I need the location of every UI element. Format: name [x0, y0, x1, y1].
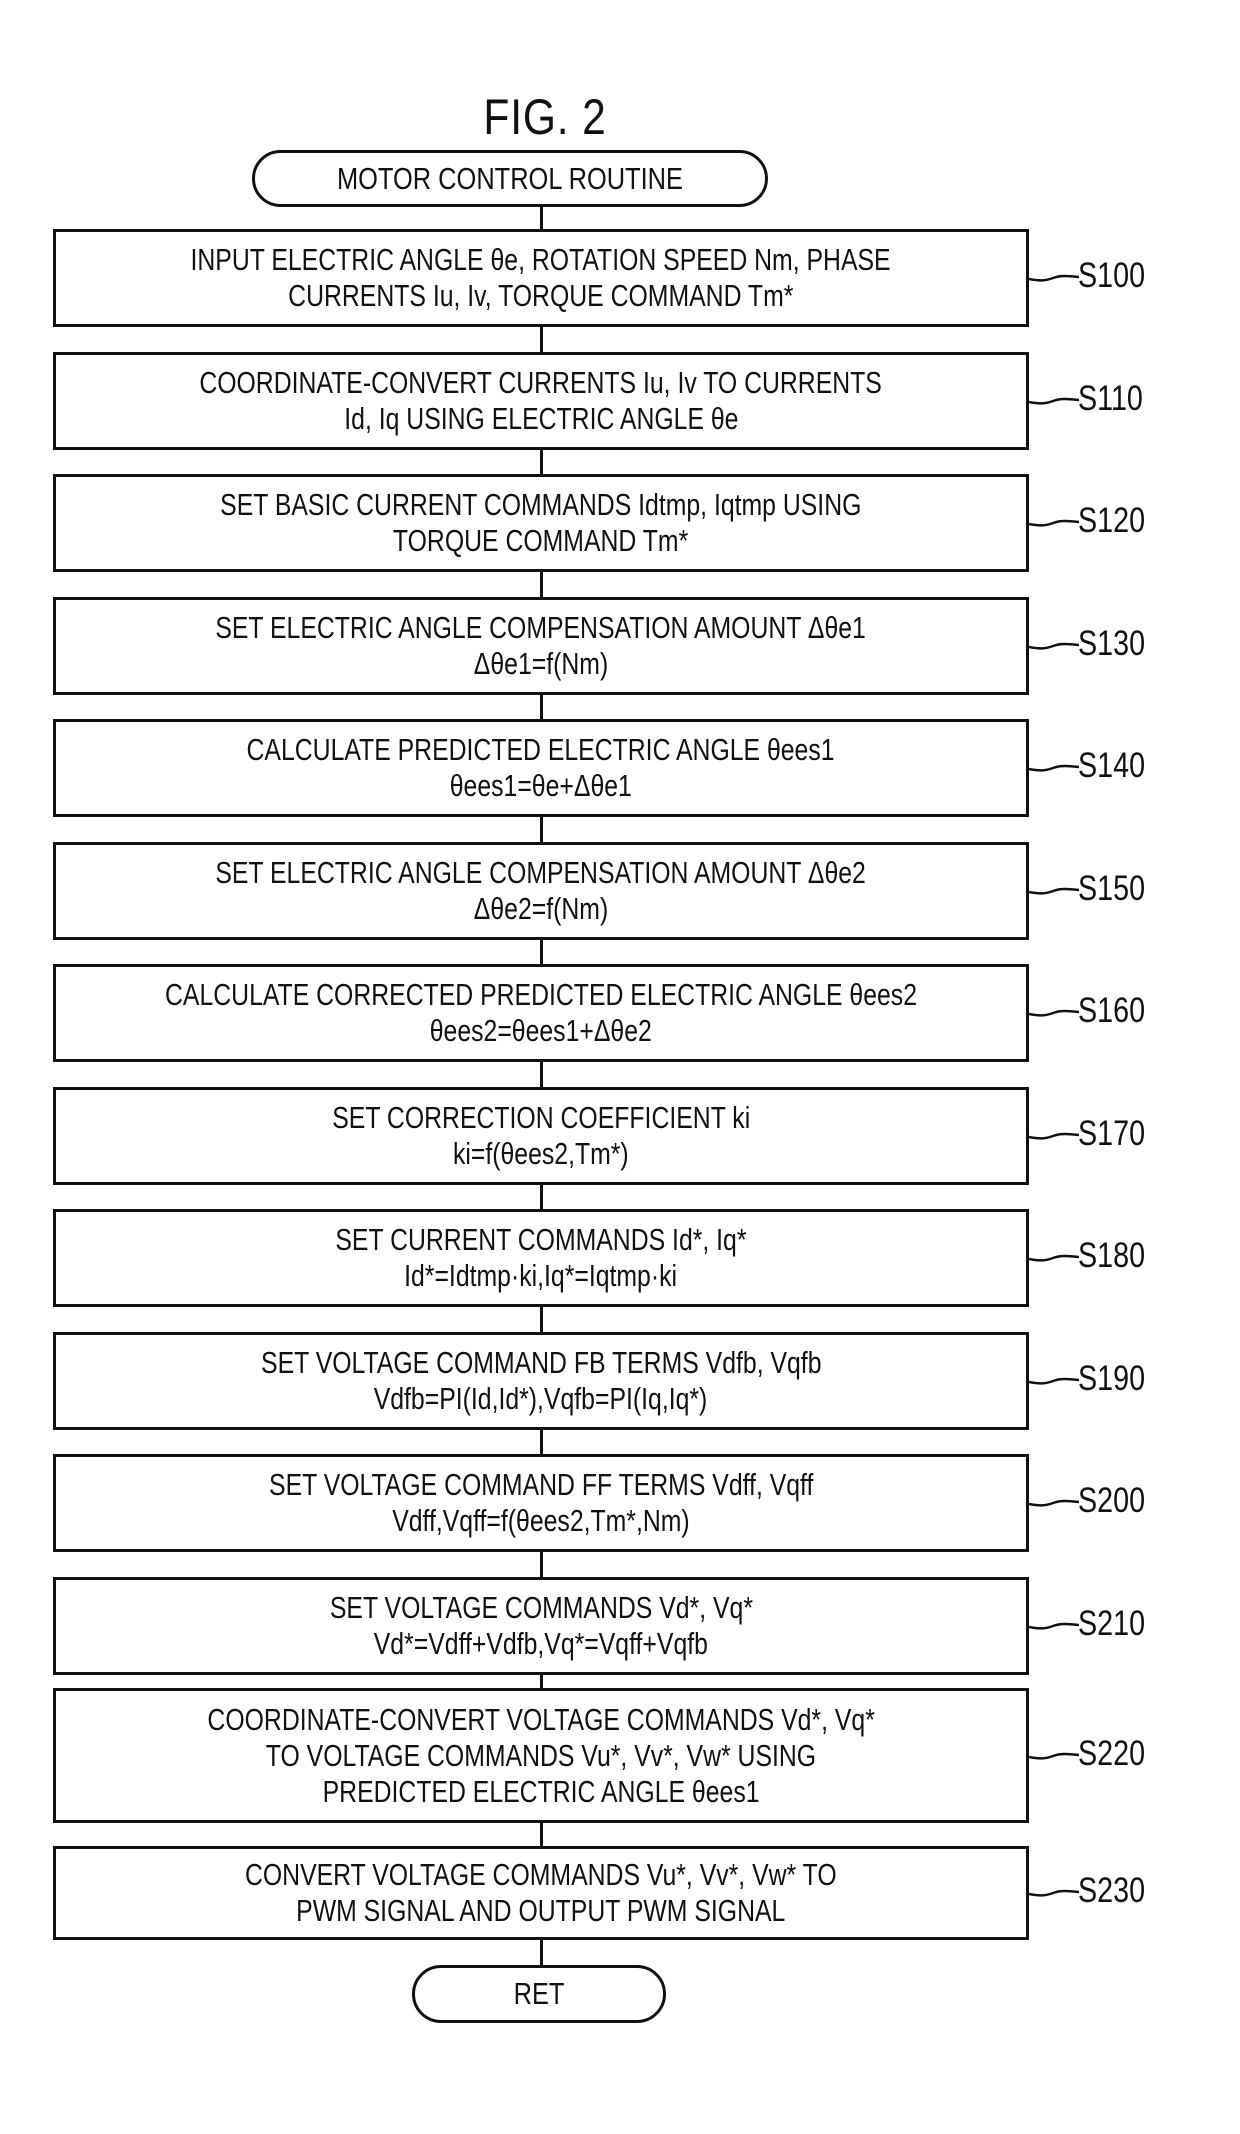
flow-connector — [540, 1430, 543, 1454]
leader-line-icon — [1029, 397, 1079, 405]
process-box-text-line: SET BASIC CURRENT COMMANDS Idtmp, Iqtmp … — [220, 487, 862, 522]
leader-line-icon — [1029, 1889, 1079, 1897]
flow-connector — [540, 1940, 543, 1965]
flow-connector — [540, 327, 543, 352]
process-box-s120: SET BASIC CURRENT COMMANDS Idtmp, Iqtmp … — [53, 474, 1029, 572]
step-label: S120 — [1078, 501, 1146, 540]
step-label: S170 — [1078, 1114, 1146, 1153]
leader-line-icon — [1029, 764, 1079, 772]
process-box-text-line: CALCULATE PREDICTED ELECTRIC ANGLE θees1 — [246, 732, 836, 767]
process-box-text-line: TO VOLTAGE COMMANDS Vu*, Vv*, Vw* USING — [265, 1737, 817, 1773]
flow-connector — [540, 450, 543, 474]
process-box-text-line: ki=f(θees2,Tm*) — [453, 1136, 629, 1171]
end-terminator-label: RET — [513, 1976, 565, 2011]
start-terminator-label: MOTOR CONTROL ROUTINE — [336, 160, 683, 196]
leader-line-icon — [1029, 274, 1079, 282]
process-box-text-line: CURRENTS Iu, Iv, TORQUE COMMAND Tm* — [288, 278, 794, 313]
step-label: S210 — [1078, 1604, 1146, 1643]
process-box-text-line: Id, Iq USING ELECTRIC ANGLE θe — [343, 401, 739, 436]
figure-title: FIG. 2 — [483, 89, 607, 145]
leader-line-icon — [1029, 519, 1079, 527]
leader-line-icon — [1029, 1009, 1079, 1017]
flow-connector — [540, 207, 543, 229]
step-label: S130 — [1078, 624, 1146, 663]
process-box-text-line: θees2=θees1+Δθe2 — [429, 1013, 653, 1048]
leader-line-icon — [1029, 1499, 1079, 1507]
process-box-s140: CALCULATE PREDICTED ELECTRIC ANGLE θees1… — [53, 719, 1029, 817]
process-box-text-line: SET VOLTAGE COMMAND FB TERMS Vdfb, Vqfb — [260, 1345, 822, 1380]
process-box-s150: SET ELECTRIC ANGLE COMPENSATION AMOUNT Δ… — [53, 842, 1029, 940]
leader-line-icon — [1029, 1752, 1079, 1760]
process-box-s200: SET VOLTAGE COMMAND FF TERMS Vdff, Vqff V… — [53, 1454, 1029, 1552]
process-box-text-line: PREDICTED ELECTRIC ANGLE θees1 — [322, 1773, 760, 1809]
leader-line-icon — [1029, 887, 1079, 895]
process-box-text-line: SET ELECTRIC ANGLE COMPENSATION AMOUNT Δ… — [215, 610, 867, 645]
process-box-text-line: CALCULATE CORRECTED PREDICTED ELECTRIC A… — [165, 977, 917, 1012]
process-box-s110: COORDINATE-CONVERT CURRENTS Iu, Iv TO CU… — [53, 352, 1029, 450]
step-label: S220 — [1078, 1733, 1146, 1773]
step-label: S100 — [1078, 256, 1146, 295]
process-box-s100: INPUT ELECTRIC ANGLE θe, ROTATION SPEED … — [53, 229, 1029, 327]
step-label: S160 — [1078, 991, 1146, 1030]
process-box-text-line: SET ELECTRIC ANGLE COMPENSATION AMOUNT Δ… — [215, 855, 867, 890]
step-label: S110 — [1078, 379, 1143, 418]
process-box-text-line: Vdfb=PI(Id,Id*),Vqfb=PI(Iq,Iq*) — [374, 1381, 708, 1416]
process-box-s170: SET CORRECTION COEFFICIENT ki ki=f(θees2,… — [53, 1087, 1029, 1185]
process-box-text-line: SET VOLTAGE COMMANDS Vd*, Vq* — [329, 1590, 753, 1625]
process-box-text-line: Id*=Idtmp·ki,Iq*=Iqtmp·ki — [404, 1258, 678, 1293]
process-box-text-line: Vdff,Vqff=f(θees2,Tm*,Nm) — [392, 1503, 690, 1538]
process-box-s160: CALCULATE CORRECTED PREDICTED ELECTRIC A… — [53, 964, 1029, 1062]
step-label: S230 — [1078, 1871, 1146, 1910]
flow-connector — [540, 1307, 543, 1332]
process-box-text-line: CONVERT VOLTAGE COMMANDS Vu*, Vv*, Vw* T… — [245, 1857, 837, 1892]
process-box-text-line: θees1=θe+Δθe1 — [449, 768, 633, 803]
leader-line-icon — [1029, 1132, 1079, 1140]
end-terminator: RET — [412, 1965, 666, 2023]
process-box-text-line: SET CURRENT COMMANDS Id*, Iq* — [335, 1222, 747, 1257]
process-box-text-line: COORDINATE-CONVERT CURRENTS Iu, Iv TO CU… — [199, 365, 883, 400]
step-label: S180 — [1078, 1236, 1146, 1275]
process-box-s210: SET VOLTAGE COMMANDS Vd*, Vq* Vd*=Vdff+Vd… — [53, 1577, 1029, 1675]
flowchart: FIG. 2 MOTOR CONTROL ROUTINE INPUT ELECT… — [0, 0, 1240, 2134]
step-label: S140 — [1078, 746, 1146, 785]
leader-line-icon — [1029, 1377, 1079, 1385]
process-box-s230: CONVERT VOLTAGE COMMANDS Vu*, Vv*, Vw* T… — [53, 1846, 1029, 1940]
process-box-text-line: Vd*=Vdff+Vdfb,Vq*=Vqff+Vqfb — [373, 1626, 709, 1661]
flow-connector — [540, 817, 543, 842]
flow-connector — [540, 940, 543, 964]
process-box-text-line: SET VOLTAGE COMMAND FF TERMS Vdff, Vqff — [268, 1467, 814, 1502]
process-box-s180: SET CURRENT COMMANDS Id*, Iq* Id*=Idtmp·k… — [53, 1209, 1029, 1307]
flow-connector — [540, 695, 543, 719]
leader-line-icon — [1029, 642, 1079, 650]
process-box-text-line: TORQUE COMMAND Tm* — [393, 523, 689, 558]
step-label: S190 — [1078, 1359, 1146, 1398]
process-box-text-line: Δθe2=f(Nm) — [473, 891, 609, 926]
step-label: S150 — [1078, 869, 1146, 908]
process-box-s190: SET VOLTAGE COMMAND FB TERMS Vdfb, Vqfb V… — [53, 1332, 1029, 1430]
flow-connector — [540, 1062, 543, 1087]
process-box-text-line: PWM SIGNAL AND OUTPUT PWM SIGNAL — [296, 1893, 786, 1928]
step-label: S200 — [1078, 1481, 1146, 1520]
process-box-text-line: COORDINATE-CONVERT VOLTAGE COMMANDS Vd*,… — [207, 1701, 875, 1737]
start-terminator: MOTOR CONTROL ROUTINE — [252, 150, 768, 207]
process-box-text-line: INPUT ELECTRIC ANGLE θe, ROTATION SPEED … — [190, 242, 892, 277]
process-box-s130: SET ELECTRIC ANGLE COMPENSATION AMOUNT Δ… — [53, 597, 1029, 695]
flow-connector — [540, 1823, 543, 1846]
flow-connector — [540, 572, 543, 597]
flow-connector — [540, 1185, 543, 1209]
process-box-text-line: SET CORRECTION COEFFICIENT ki — [332, 1100, 750, 1135]
process-box-s220: COORDINATE-CONVERT VOLTAGE COMMANDS Vd*,… — [53, 1688, 1029, 1823]
flow-connector — [540, 1675, 543, 1688]
leader-line-icon — [1029, 1254, 1079, 1262]
process-box-text-line: Δθe1=f(Nm) — [473, 646, 609, 681]
flow-connector — [540, 1552, 543, 1577]
leader-line-icon — [1029, 1622, 1079, 1630]
